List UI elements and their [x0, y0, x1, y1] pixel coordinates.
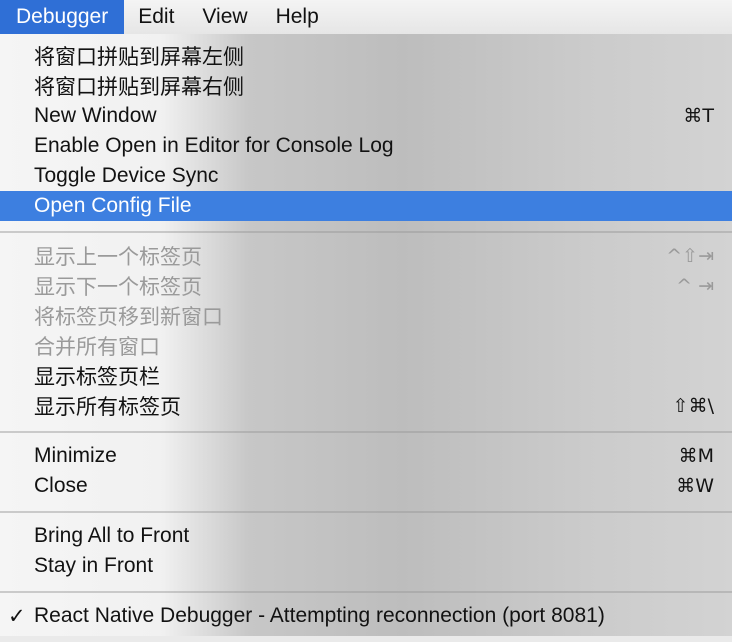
menu-item-label: Stay in Front — [34, 554, 154, 577]
menu-item-label: 显示上一个标签页 — [34, 246, 202, 269]
menu-item-close[interactable]: Close ⌘W — [0, 471, 732, 501]
shortcut-label: ^ ⇥ — [676, 275, 714, 297]
menu-item-label: 合并所有窗口 — [34, 336, 160, 359]
menu-item-label: 将标签页移到新窗口 — [34, 306, 223, 329]
menu-item-new-window[interactable]: New Window ⌘T — [0, 101, 732, 131]
menu-item-next-tab: 显示下一个标签页 ^ ⇥ — [0, 271, 732, 301]
menu-item-prev-tab: 显示上一个标签页 ^⇧⇥ — [0, 241, 732, 271]
menu-item-label: 将窗口拼贴到屏幕左侧 — [34, 46, 244, 69]
menu-item-label: 显示标签页栏 — [34, 366, 160, 389]
menu-item-window-react-native-debugger[interactable]: ✓ React Native Debugger - Attempting rec… — [0, 601, 732, 631]
menu-item-label: 显示所有标签页 — [34, 396, 181, 419]
menu-edit[interactable]: Edit — [124, 0, 188, 34]
menu-item-label: Bring All to Front — [34, 524, 190, 547]
underlying-window-strip — [0, 636, 732, 642]
menu-item-open-config-file[interactable]: Open Config File — [0, 191, 732, 221]
menu-debugger[interactable]: Debugger — [0, 0, 125, 34]
menu-item-label: Enable Open in Editor for Console Log — [34, 134, 394, 157]
menu-item-label: React Native Debugger - Attempting recon… — [34, 604, 605, 627]
menu-item-minimize[interactable]: Minimize ⌘M — [0, 441, 732, 471]
menu-item-snap-right[interactable]: 将窗口拼贴到屏幕右侧 — [0, 71, 732, 101]
menu-separator — [0, 591, 732, 593]
menu-item-label: Open Config File — [34, 194, 192, 217]
menu-separator — [0, 431, 732, 433]
menu-item-show-tab-bar[interactable]: 显示标签页栏 — [0, 361, 732, 391]
menu-item-merge-windows: 合并所有窗口 — [0, 331, 732, 361]
menu-item-label: Minimize — [34, 444, 117, 467]
menu-item-toggle-device-sync[interactable]: Toggle Device Sync — [0, 161, 732, 191]
menu-item-show-all-tabs[interactable]: 显示所有标签页 ⇧⌘\ — [0, 391, 732, 421]
menu-item-snap-left[interactable]: 将窗口拼贴到屏幕左侧 — [0, 41, 732, 71]
shortcut-label: ⇧⌘\ — [672, 395, 714, 417]
menu-bar: Debugger Edit View Help — [0, 0, 732, 35]
checkmark-icon: ✓ — [8, 604, 26, 628]
menu-item-label: Toggle Device Sync — [34, 164, 219, 187]
menu-item-stay-in-front[interactable]: Stay in Front — [0, 551, 732, 581]
menu-item-enable-open-in-editor[interactable]: Enable Open in Editor for Console Log — [0, 131, 732, 161]
menu-item-bring-all-to-front[interactable]: Bring All to Front — [0, 521, 732, 551]
shortcut-label: ⌘M — [678, 445, 714, 467]
menu-item-label: Close — [34, 474, 88, 497]
shortcut-label: ⌘W — [676, 475, 714, 497]
menu-item-label: New Window — [34, 104, 157, 127]
menu-separator — [0, 231, 732, 233]
menu-item-label: 显示下一个标签页 — [34, 276, 202, 299]
menu-item-move-tab: 将标签页移到新窗口 — [0, 301, 732, 331]
debugger-dropdown-menu: 将窗口拼贴到屏幕左侧 将窗口拼贴到屏幕右侧 New Window ⌘T Enab… — [0, 34, 732, 636]
shortcut-label: ^⇧⇥ — [666, 245, 714, 267]
menu-separator — [0, 511, 732, 513]
menu-help[interactable]: Help — [262, 0, 333, 34]
menu-view[interactable]: View — [188, 0, 261, 34]
menu-item-label: 将窗口拼贴到屏幕右侧 — [34, 76, 244, 99]
shortcut-label: ⌘T — [683, 105, 714, 127]
